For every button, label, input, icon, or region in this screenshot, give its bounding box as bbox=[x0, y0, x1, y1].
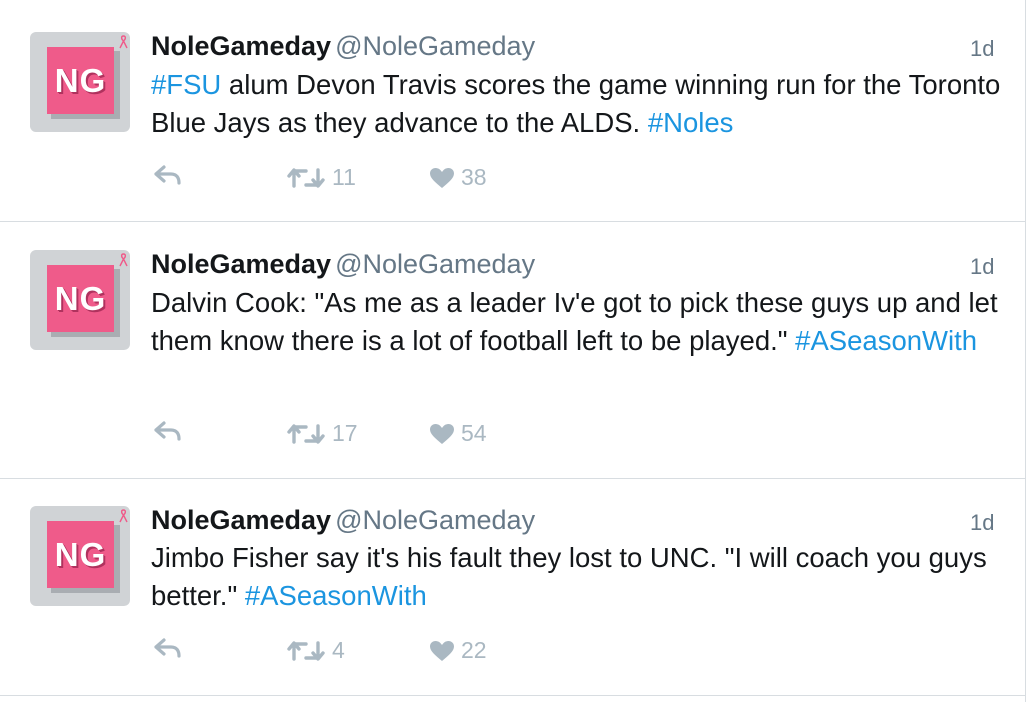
timestamp[interactable]: 1d bbox=[970, 510, 994, 536]
tweet-text: Dalvin Cook: "As me as a leader Iv'e got… bbox=[151, 284, 1011, 360]
user-handle[interactable]: @NoleGameday bbox=[335, 249, 535, 279]
avatar-monogram: NG bbox=[54, 280, 107, 317]
reply-icon bbox=[154, 638, 181, 658]
retweet-icon bbox=[287, 167, 325, 188]
tweet[interactable]: NG NoleGameday @NoleGameday 1d #FSU alum … bbox=[0, 0, 1025, 222]
tweet-actions: 17 54 bbox=[151, 420, 551, 450]
avatar-monogram: NG bbox=[54, 536, 107, 573]
heart-icon bbox=[430, 167, 454, 188]
hashtag-link[interactable]: #ASeasonWith bbox=[795, 325, 977, 356]
retweet-button[interactable]: 17 bbox=[286, 420, 358, 447]
avatar[interactable]: NG bbox=[30, 506, 130, 606]
reply-icon bbox=[154, 165, 181, 185]
display-name[interactable]: NoleGameday bbox=[151, 249, 331, 279]
hashtag-link[interactable]: #FSU bbox=[151, 69, 221, 100]
reply-button[interactable] bbox=[153, 164, 183, 186]
timestamp[interactable]: 1d bbox=[970, 254, 994, 280]
tweet-header: NoleGameday @NoleGameday bbox=[151, 504, 535, 536]
hashtag-link[interactable]: #Noles bbox=[648, 107, 734, 138]
tweet-header: NoleGameday @NoleGameday bbox=[151, 30, 535, 62]
avatar[interactable]: NG bbox=[30, 32, 130, 132]
retweet-count: 4 bbox=[332, 637, 345, 663]
heart-icon bbox=[430, 423, 454, 444]
display-name[interactable]: NoleGameday bbox=[151, 31, 331, 61]
like-count: 22 bbox=[461, 637, 487, 663]
pink-ribbon-icon bbox=[119, 509, 128, 523]
reply-button[interactable] bbox=[153, 637, 183, 659]
user-handle[interactable]: @NoleGameday bbox=[335, 505, 535, 535]
like-button[interactable]: 22 bbox=[429, 637, 487, 664]
retweet-count: 11 bbox=[332, 164, 356, 190]
timestamp[interactable]: 1d bbox=[970, 36, 994, 62]
tweet-text-segment: alum Devon Travis scores the game winnin… bbox=[151, 69, 1001, 138]
retweet-button[interactable]: 11 bbox=[286, 164, 356, 191]
like-button[interactable]: 54 bbox=[429, 420, 487, 447]
retweet-icon bbox=[287, 640, 325, 661]
retweet-button[interactable]: 4 bbox=[286, 637, 345, 664]
avatar[interactable]: NG bbox=[30, 250, 130, 350]
display-name[interactable]: NoleGameday bbox=[151, 505, 331, 535]
heart-icon bbox=[430, 640, 454, 661]
like-button[interactable]: 38 bbox=[429, 164, 487, 191]
pink-ribbon-icon bbox=[119, 253, 128, 267]
hashtag-link[interactable]: #ASeasonWith bbox=[245, 580, 427, 611]
tweet-text: Jimbo Fisher say it's his fault they los… bbox=[151, 539, 1011, 615]
pink-ribbon-icon bbox=[119, 35, 128, 49]
tweet[interactable]: NG NoleGameday @NoleGameday 1d Dalvin Coo… bbox=[0, 222, 1025, 479]
retweet-icon bbox=[287, 423, 325, 444]
tweet[interactable]: NG NoleGameday @NoleGameday 1d Jimbo Fish… bbox=[0, 479, 1025, 696]
retweet-count: 17 bbox=[332, 420, 358, 446]
reply-button[interactable] bbox=[153, 420, 183, 442]
avatar-monogram: NG bbox=[54, 62, 107, 99]
tweet-header: NoleGameday @NoleGameday bbox=[151, 248, 535, 280]
tweet-actions: 4 22 bbox=[151, 637, 551, 667]
reply-icon bbox=[154, 421, 181, 441]
user-handle[interactable]: @NoleGameday bbox=[335, 31, 535, 61]
like-count: 38 bbox=[461, 164, 487, 190]
like-count: 54 bbox=[461, 420, 487, 446]
tweet-text: #FSU alum Devon Travis scores the game w… bbox=[151, 66, 1011, 142]
tweet-actions: 11 38 bbox=[151, 164, 551, 194]
